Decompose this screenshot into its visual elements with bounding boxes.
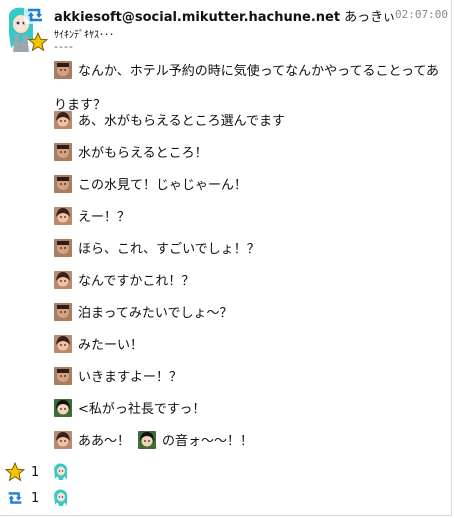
- display-name: あっきぃ: [344, 10, 396, 25]
- post-line-text: <私がっ社長ですっ！: [78, 402, 206, 417]
- post-line: いきますよー！？: [54, 366, 182, 385]
- post-line-text: なんか、ホテル予約の時に気使ってなんかやってることってあ: [78, 64, 440, 79]
- favorited-by-avatar[interactable]: [51, 462, 71, 482]
- male-face-icon: [54, 238, 72, 257]
- post-line-text: いきますよー！？: [78, 370, 183, 385]
- post-line: この水見て！じゃじゃーん！: [54, 174, 247, 193]
- post-line-text: ほら、これ、すごいでしょ！？: [78, 242, 260, 257]
- post-timestamp[interactable]: 02:07:00: [395, 8, 448, 21]
- retweeted-by-avatar[interactable]: [51, 488, 71, 508]
- post-line: ああ〜！ の音ォ〜〜！！: [54, 430, 253, 449]
- retweet-icon[interactable]: [5, 489, 25, 507]
- post-line: みたーい！: [54, 334, 143, 353]
- retweets-row: 1: [5, 488, 71, 508]
- post-line-text: あ、水がもらえるところ選んでます: [78, 114, 285, 129]
- male-face-icon: [54, 142, 72, 161]
- post-line-text: 水がもらえるところ！: [78, 146, 208, 161]
- favorite-count: 1: [31, 464, 40, 480]
- retweet-icon: [24, 6, 46, 24]
- female-face-icon: [54, 270, 72, 289]
- post-line: 水がもらえるところ！: [54, 142, 208, 161]
- star-icon: [28, 32, 48, 52]
- post-line: <私がっ社長ですっ！: [54, 398, 205, 417]
- post-line-text: えー！？: [78, 210, 131, 225]
- boss-face-icon: [54, 398, 72, 417]
- star-icon[interactable]: [5, 462, 25, 482]
- female-face-icon: [54, 206, 72, 225]
- post-line-text: この水見て！じゃじゃーん！: [78, 178, 248, 193]
- post-header: akkiesoft@social.mikutter.hachune.net あっき…: [54, 6, 396, 25]
- post-line-text: ああ〜！: [78, 434, 131, 449]
- post-subtitle: ｻｲｷﾝﾃﾞｷﾔｽ･･･: [54, 30, 114, 41]
- post-line-text: の音ォ〜〜！！: [162, 434, 254, 449]
- post-line-text: 泊まってみたいでしょ〜？: [78, 306, 233, 321]
- boss-face-icon: [138, 430, 157, 449]
- retweet-count: 1: [31, 490, 40, 506]
- post-line: なんか、ホテル予約の時に気使ってなんかやってることってあ: [54, 60, 439, 79]
- favorites-row: 1: [5, 462, 71, 482]
- screen-name[interactable]: akkiesoft@social.mikutter.hachune.net: [54, 10, 340, 25]
- post-line-text: なんですかこれ！？: [78, 274, 195, 289]
- post-line: ほら、これ、すごいでしょ！？: [54, 238, 260, 257]
- male-face-icon: [54, 60, 72, 79]
- male-face-icon: [54, 174, 72, 193]
- post-line: えー！？: [54, 206, 130, 225]
- post-line-text: みたーい！: [78, 338, 144, 353]
- male-face-icon: [54, 366, 72, 385]
- post-line: なんですかこれ！？: [54, 270, 194, 289]
- male-face-icon: [54, 302, 72, 321]
- female-face-icon: [54, 334, 72, 353]
- female-face-icon: [54, 110, 72, 129]
- post-line: 泊まってみたいでしょ〜？: [54, 302, 232, 321]
- post-separator: ----: [54, 40, 74, 53]
- post-line: あ、水がもらえるところ選んでます: [54, 110, 285, 129]
- female-face-icon: [54, 430, 72, 449]
